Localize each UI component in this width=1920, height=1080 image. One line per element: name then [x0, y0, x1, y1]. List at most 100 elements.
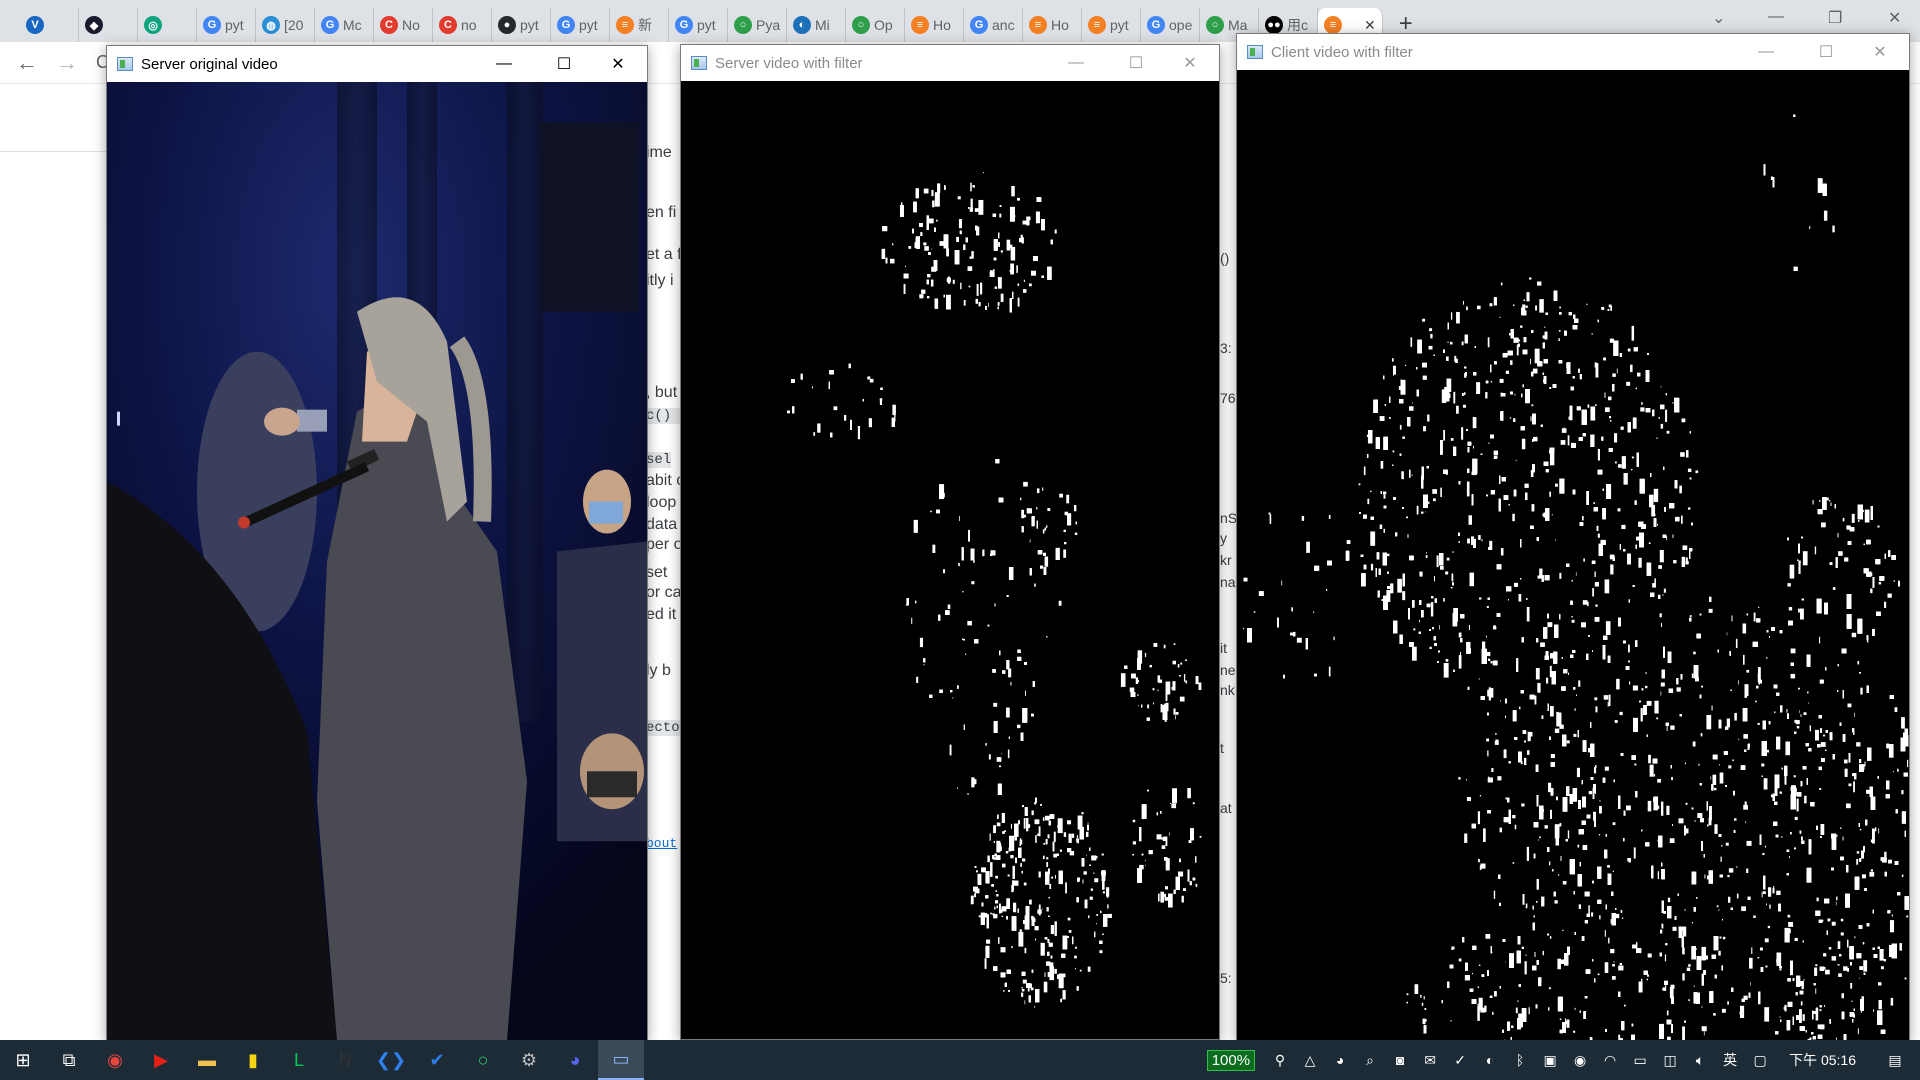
background-text: nS	[1220, 510, 1236, 526]
settings-icon[interactable]: ⚙	[506, 1040, 552, 1080]
browser-tab[interactable]: ≡ 新	[610, 8, 669, 42]
vscode-icon[interactable]: ❮❯	[368, 1040, 414, 1080]
chatgpt-icon: ◎	[144, 16, 162, 34]
opencv-icon: ○	[852, 16, 870, 34]
opencv-taskbar-icon[interactable]: ○	[460, 1040, 506, 1080]
camera-icon[interactable]: ◙	[1385, 1040, 1415, 1080]
forward-arrow-icon[interactable]: →	[56, 50, 78, 76]
edge-icon[interactable]: ◉	[1565, 1040, 1595, 1080]
file-explorer-icon[interactable]: ▬	[184, 1040, 230, 1080]
tab-search-icon[interactable]: ⌄	[1712, 8, 1725, 28]
tab-label: No	[402, 17, 420, 33]
google-icon: G	[321, 16, 339, 34]
maximize-button[interactable]: ☐	[541, 52, 587, 76]
browser-tab[interactable]: ○ Pya	[728, 8, 787, 42]
drive-icon[interactable]: △	[1295, 1040, 1325, 1080]
browser-tab[interactable]: C No	[374, 8, 433, 42]
server-original-video-window[interactable]: Server original video — ☐ ✕	[106, 45, 648, 1042]
tab-label: Mc	[343, 17, 362, 33]
browser-tab[interactable]: V	[20, 8, 79, 42]
browser-tab[interactable]: ≡ pyt	[1082, 8, 1141, 42]
background-text: ime	[646, 144, 672, 161]
notion-icon[interactable]: N	[322, 1040, 368, 1080]
task-view-icon[interactable]: ⧉	[46, 1040, 92, 1080]
search-tray-icon[interactable]: ⌕	[1355, 1040, 1385, 1080]
browser-tab[interactable]: Ganc	[964, 8, 1023, 42]
chrome-icon[interactable]: ◉	[92, 1040, 138, 1080]
browser-tab[interactable]: ◐ Mi	[787, 8, 846, 42]
codementor-icon: C	[439, 16, 457, 34]
taskbar-clock[interactable]: 下午 05:16	[1789, 1050, 1856, 1070]
window-titlebar[interactable]: Server video with filter — ☐ ✕	[681, 45, 1219, 81]
battery-percent-label[interactable]: 100%	[1206, 1049, 1256, 1071]
wechat-icon[interactable]: ✉	[1415, 1040, 1445, 1080]
ime-language-indicator[interactable]: 英	[1715, 1040, 1745, 1080]
windows-start-icon[interactable]: ⊞	[0, 1040, 46, 1080]
notifications-icon[interactable]: ▤	[1880, 1040, 1910, 1080]
tab-label: 新	[638, 17, 652, 33]
youtube-music-icon[interactable]: ▶	[138, 1040, 184, 1080]
maximize-button[interactable]: ☐	[1113, 51, 1159, 75]
maximize-button[interactable]: ☐	[1803, 40, 1849, 64]
browser-tab[interactable]: Cno	[433, 8, 492, 42]
window-title: Server video with filter	[715, 54, 863, 72]
window-titlebar[interactable]: Server original video — ☐ ✕	[107, 46, 647, 82]
tab-label: pyt	[579, 17, 598, 33]
sticky-notes-icon-glyph: ▮	[248, 1049, 258, 1070]
browser-tab[interactable]: Gpyt	[669, 8, 728, 42]
browser-tab[interactable]: ◎	[138, 8, 197, 42]
sticky-notes-icon[interactable]: ▮	[230, 1040, 276, 1080]
wifi-icon[interactable]: ◠	[1595, 1040, 1625, 1080]
close-button[interactable]: ✕	[1167, 51, 1213, 75]
minimize-button[interactable]: —	[481, 52, 527, 76]
notion-icon-glyph: N	[338, 1049, 352, 1070]
browser-tab[interactable]: Gpyt	[197, 8, 256, 42]
usb-icon[interactable]: ⚲	[1265, 1040, 1295, 1080]
browser-tab[interactable]: Gpyt	[551, 8, 610, 42]
close-browser-button[interactable]: ✕	[1888, 8, 1901, 28]
line-tray-icon[interactable]: ◐	[1475, 1040, 1505, 1080]
browser-tab[interactable]: G Mc	[315, 8, 374, 42]
background-text: per o	[646, 536, 683, 553]
teams-icon[interactable]: ▣	[1535, 1040, 1565, 1080]
server-filter-video-window[interactable]: Server video with filter — ☐ ✕	[680, 44, 1220, 1040]
tab-label: anc	[992, 17, 1015, 33]
browser-tab[interactable]: Gope	[1141, 8, 1200, 42]
bluetooth-icon[interactable]: ᛒ	[1505, 1040, 1535, 1080]
background-text: 3:	[1220, 340, 1232, 356]
python-window-icon[interactable]: ▭	[598, 1040, 644, 1080]
tab-label: Pya	[756, 17, 780, 33]
display-icon[interactable]: ◫	[1655, 1040, 1685, 1080]
browser-tab[interactable]: ● pyt	[492, 8, 551, 42]
browser-tab[interactable]: ◍ [20	[256, 8, 315, 42]
discord-icon[interactable]: ◕	[552, 1040, 598, 1080]
todo-icon[interactable]: ✔	[414, 1040, 460, 1080]
window-title: Client video with filter	[1271, 43, 1413, 61]
battery-icon[interactable]: ▭	[1625, 1040, 1655, 1080]
discord-tray-icon[interactable]: ◕	[1325, 1040, 1355, 1080]
minimize-browser-button[interactable]: —	[1768, 8, 1784, 26]
volume-muted-icon[interactable]: 🔈︎	[1685, 1040, 1715, 1080]
taskbar-apps: ⊞ ⧉ ◉ ▶ ▬ ▮ L N ❮❯ ✔ ○ ⚙ ◕ ▭	[0, 1040, 644, 1080]
close-button[interactable]: ✕	[1857, 40, 1903, 64]
bookmark-icon: ◆	[85, 16, 103, 34]
ime-mode-icon[interactable]: ▢	[1745, 1040, 1775, 1080]
client-filter-video-window[interactable]: Client video with filter — ☐ ✕	[1236, 33, 1910, 1042]
update-icon[interactable]: ✓	[1445, 1040, 1475, 1080]
vscode-icon-glyph: ❮❯	[375, 1049, 407, 1070]
minimize-button[interactable]: —	[1743, 40, 1789, 64]
close-button[interactable]: ✕	[595, 52, 641, 76]
background-text: ed it	[646, 606, 677, 623]
browser-tab[interactable]: ≡ Ho	[905, 8, 964, 42]
browser-tab[interactable]: ○ Op	[846, 8, 905, 42]
background-text: 5:	[1220, 970, 1232, 986]
back-arrow-icon[interactable]: ←	[16, 50, 38, 76]
minimize-button[interactable]: —	[1053, 51, 1099, 75]
background-text: it	[1220, 640, 1227, 656]
restore-browser-button[interactable]: ❐	[1828, 8, 1842, 28]
browser-tab[interactable]: ≡ Ho	[1023, 8, 1082, 42]
close-tab-icon[interactable]: ✕	[1364, 17, 1376, 34]
window-titlebar[interactable]: Client video with filter — ☐ ✕	[1237, 34, 1909, 70]
browser-tab[interactable]: ◆	[79, 8, 138, 42]
line-icon[interactable]: L	[276, 1040, 322, 1080]
